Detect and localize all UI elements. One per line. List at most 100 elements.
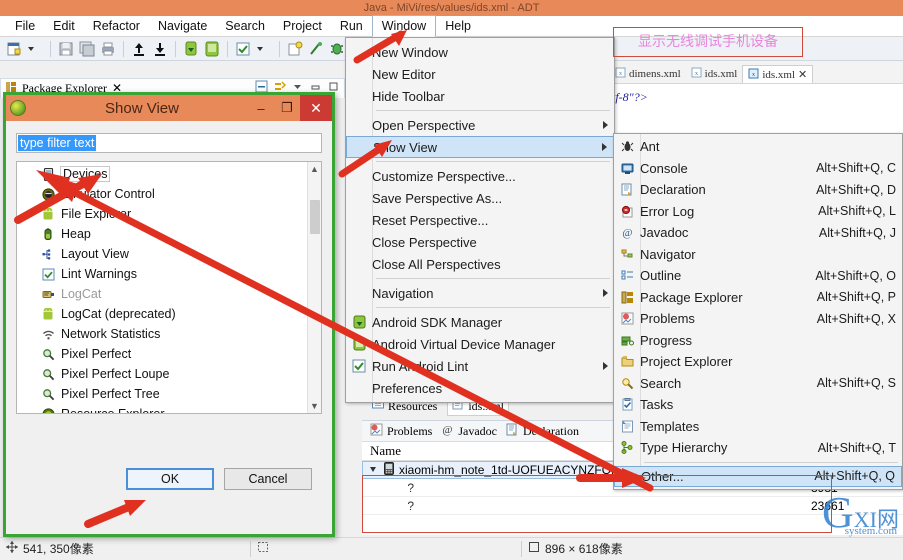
external-tools-icon[interactable] <box>307 40 325 58</box>
show-view-item-outline[interactable]: Outline Alt+Shift+Q, O <box>614 265 902 287</box>
menu-item-label: Preferences <box>372 380 443 396</box>
list-scrollbar[interactable]: ▲ ▼ <box>307 162 321 413</box>
close-icon[interactable]: ✕ <box>798 68 807 81</box>
show-view-item-error-log[interactable]: Error Log Alt+Shift+Q, L <box>614 201 902 223</box>
list-item-emulator-control[interactable]: Emulator Control <box>17 184 307 204</box>
bottom-tab-problems[interactable]: Problems <box>370 423 432 440</box>
list-item-file-explorer[interactable]: File Explorer <box>17 204 307 224</box>
submenu-arrow-icon <box>603 362 608 370</box>
menu-item-avd-manager[interactable]: Android Virtual Device Manager <box>346 333 614 355</box>
menu-edit[interactable]: Edit <box>44 16 84 36</box>
menu-item-navigation[interactable]: Navigation <box>346 282 614 304</box>
menu-item-close-all-perspectives[interactable]: Close All Perspectives <box>346 253 614 275</box>
scroll-down-icon[interactable]: ▼ <box>308 399 321 413</box>
view-list[interactable]: Devices Emulator Control File Explorer H… <box>16 161 322 414</box>
show-view-item-project-explorer[interactable]: Project Explorer <box>614 351 902 373</box>
avd-manager-icon[interactable] <box>203 40 221 58</box>
show-view-item-javadoc[interactable]: @ Javadoc Alt+Shift+Q, J <box>614 222 902 244</box>
lint-dropdown-icon[interactable] <box>255 40 273 58</box>
print-icon[interactable] <box>99 40 117 58</box>
editor-text-line: tf-8"?> <box>612 90 648 104</box>
list-item-label: Resource Explorer <box>61 407 165 414</box>
menu-item-reset-perspective[interactable]: Reset Perspective... <box>346 209 614 231</box>
menu-search[interactable]: Search <box>216 16 274 36</box>
menu-item-show-view[interactable]: Show View <box>346 136 614 158</box>
show-view-item-tasks[interactable]: Tasks <box>614 394 902 416</box>
show-view-item-package-explorer[interactable]: Package Explorer Alt+Shift+Q, P <box>614 287 902 309</box>
editor-tab-ids-xml-1[interactable]: x ids.xml <box>686 65 743 83</box>
bottom-tab-declaration[interactable]: Declaration <box>506 423 579 440</box>
package-explorer-icon <box>614 288 640 306</box>
new-icon[interactable] <box>5 40 23 58</box>
show-view-item-type-hierarchy[interactable]: Type Hierarchy Alt+Shift+Q, T <box>614 437 902 459</box>
bottom-tab-javadoc[interactable]: @ Javadoc <box>441 423 497 440</box>
menu-item-close-perspective[interactable]: Close Perspective <box>346 231 614 253</box>
menu-item-hide-toolbar[interactable]: Hide Toolbar <box>346 85 614 107</box>
scroll-up-icon[interactable]: ▲ <box>308 162 321 176</box>
blank-icon <box>346 255 372 273</box>
editor-tab-ids-xml-2[interactable]: x ids.xml ✕ <box>742 65 814 83</box>
show-view-item-navigator[interactable]: Navigator <box>614 244 902 266</box>
debug-icon[interactable] <box>328 40 346 58</box>
menu-run[interactable]: Run <box>331 16 372 36</box>
list-item-logcat-deprecated[interactable]: LogCat (deprecated) <box>17 304 307 324</box>
download-icon[interactable] <box>151 40 169 58</box>
menu-window[interactable]: Window <box>371 15 437 37</box>
cancel-button[interactable]: Cancel <box>224 468 312 490</box>
show-view-item-problems[interactable]: Problems Alt+Shift+Q, X <box>614 308 902 330</box>
bottom-tab-label: Javadoc <box>458 423 497 438</box>
status-cursor-value: 541, 350像素 <box>23 542 94 556</box>
close-button[interactable]: ✕ <box>300 95 332 121</box>
minimize-button[interactable]: – <box>248 97 274 119</box>
list-item-lint-warnings[interactable]: Lint Warnings <box>17 264 307 284</box>
save-icon[interactable] <box>57 40 75 58</box>
list-item-layout-view[interactable]: Layout View <box>17 244 307 264</box>
upload-icon[interactable] <box>130 40 148 58</box>
menu-item-new-window[interactable]: New Window <box>346 41 614 63</box>
save-all-icon[interactable] <box>78 40 96 58</box>
list-item-label: File Explorer <box>61 207 132 221</box>
menu-help[interactable]: Help <box>436 16 480 36</box>
filter-input[interactable]: type filter text <box>16 133 322 153</box>
list-item-heap[interactable]: Heap <box>17 224 307 244</box>
menu-navigate[interactable]: Navigate <box>149 16 216 36</box>
menu-item-customize-perspective[interactable]: Customize Perspective... <box>346 165 614 187</box>
maximize-button[interactable]: ❐ <box>274 97 300 119</box>
list-item-resource-explorer[interactable]: Resource Explorer <box>17 404 307 414</box>
android-file-explorer-icon <box>39 206 57 222</box>
new-dropdown-icon[interactable] <box>26 40 44 58</box>
menu-item-new-editor[interactable]: New Editor <box>346 63 614 85</box>
editor-tab-dimens-xml[interactable]: x dimens.xml <box>610 65 686 83</box>
menu-item-save-perspective-as[interactable]: Save Perspective As... <box>346 187 614 209</box>
menu-file[interactable]: File <box>6 16 44 36</box>
menu-item-run-android-lint[interactable]: Run Android Lint <box>346 355 614 377</box>
list-item-pixel-perfect-tree[interactable]: Pixel Perfect Tree <box>17 384 307 404</box>
scrollbar-thumb[interactable] <box>310 200 320 234</box>
menu-separator <box>376 307 610 308</box>
list-item-pixel-perfect[interactable]: Pixel Perfect <box>17 344 307 364</box>
list-item-logcat[interactable]: LogCat <box>17 284 307 304</box>
show-view-item-other[interactable]: Other... Alt+Shift+Q, Q <box>614 465 902 487</box>
blank-icon <box>346 189 372 207</box>
menu-refactor[interactable]: Refactor <box>84 16 149 36</box>
process-name: ? <box>407 498 414 513</box>
show-view-item-declaration[interactable]: Declaration Alt+Shift+Q, D <box>614 179 902 201</box>
expand-arrow-icon[interactable] <box>369 463 378 477</box>
show-view-item-templates[interactable]: Templates <box>614 416 902 438</box>
android-sdk-manager-icon[interactable] <box>182 40 200 58</box>
menu-item-label: Customize Perspective... <box>372 168 516 184</box>
list-item-pixel-perfect-loupe[interactable]: Pixel Perfect Loupe <box>17 364 307 384</box>
show-view-item-search[interactable]: Search Alt+Shift+Q, S <box>614 373 902 395</box>
menu-item-android-sdk-manager[interactable]: Android SDK Manager <box>346 311 614 333</box>
lint-icon[interactable] <box>234 40 252 58</box>
menu-item-open-perspective[interactable]: Open Perspective <box>346 114 614 136</box>
ok-button[interactable]: OK <box>126 468 214 490</box>
menu-item-preferences[interactable]: Preferences <box>346 377 614 399</box>
new-class-icon[interactable] <box>286 40 304 58</box>
show-view-item-progress[interactable]: Progress <box>614 330 902 352</box>
list-item-network-statistics[interactable]: Network Statistics <box>17 324 307 344</box>
menu-project[interactable]: Project <box>274 16 331 36</box>
show-view-item-ant[interactable]: Ant <box>614 136 902 158</box>
list-item-devices[interactable]: Devices <box>17 164 307 184</box>
show-view-item-console[interactable]: Console Alt+Shift+Q, C <box>614 158 902 180</box>
